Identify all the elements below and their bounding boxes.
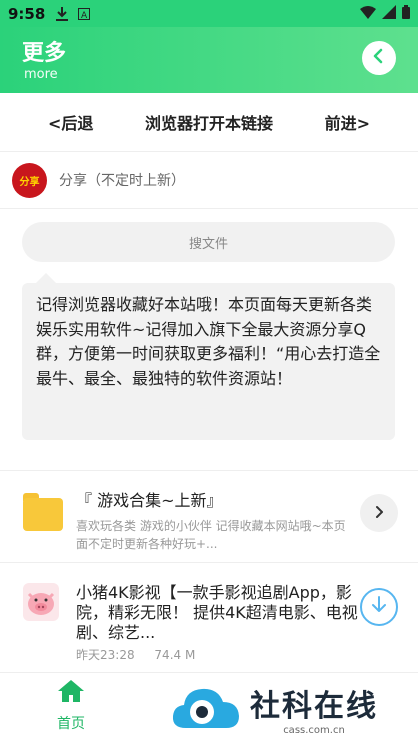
browser-nav-bar: <后退 浏览器打开本链接 前进>: [0, 93, 418, 151]
share-label: 分享（不定时上新）: [59, 173, 185, 189]
tab-home[interactable]: 首页: [46, 679, 96, 733]
share-row[interactable]: 分享 分享（不定时上新）: [0, 151, 418, 209]
status-bar: 9:58 A: [0, 0, 418, 27]
wifi-icon: [360, 5, 376, 23]
item-meta: 昨天23:28 74.4 M: [76, 646, 211, 663]
list-item[interactable]: 『 游戏合集~上新』 喜欢玩各类 游戏的小伙伴 记得收藏本网站哦~本页面不定时更…: [0, 470, 418, 562]
item-description: 喜欢玩各类 游戏的小伙伴 记得收藏本网站哦~本页面不定时更新各种好玩+...: [76, 519, 346, 551]
search-input[interactable]: 搜文件: [22, 222, 395, 262]
list-item[interactable]: 小猪4K影视【一款手影视追剧App，影院，精彩无限！ 提供4K超清电影、电视剧、…: [0, 562, 418, 672]
item-title: 小猪4K影视【一款手影视追剧App，影院，精彩无限！ 提供4K超清电影、电视剧、…: [76, 583, 358, 642]
pig-app-icon: [23, 583, 59, 621]
item-date: 昨天23:28: [76, 648, 135, 662]
cloud-logo-icon: [172, 688, 239, 728]
open-in-browser-link[interactable]: 浏览器打开本链接: [145, 110, 273, 134]
notice-bubble: 记得浏览器收藏好本站哦！本页面每天更新各类娱乐实用软件~记得加入旗下全最大资源分…: [22, 273, 395, 440]
download-status-icon: [55, 6, 69, 21]
page-header: 更多 more: [0, 27, 418, 93]
battery-icon: [402, 4, 410, 23]
open-folder-button[interactable]: [360, 494, 398, 532]
back-button[interactable]: [362, 41, 396, 75]
search-placeholder: 搜文件: [188, 236, 228, 252]
watermark-name: 社科在线: [250, 688, 378, 724]
folder-icon: [23, 493, 63, 531]
signal-icon: [382, 4, 396, 23]
tab-home-label: 首页: [57, 716, 85, 732]
status-time: 9:58: [8, 4, 46, 23]
page-subtitle: more: [24, 67, 58, 82]
nav-forward-link[interactable]: 前进>: [325, 110, 370, 134]
font-status-icon: A: [77, 7, 91, 21]
watermark: 社科在线 cass.com.cn: [170, 672, 418, 744]
nav-back-link[interactable]: <后退: [48, 110, 93, 134]
svg-text:A: A: [81, 11, 88, 20]
home-icon: [57, 679, 85, 707]
item-title: 『 游戏合集~上新』: [76, 491, 223, 510]
page-title: 更多: [22, 41, 67, 66]
chevron-left-icon: [371, 48, 387, 68]
chevron-right-icon: [372, 504, 386, 523]
notice-text: 记得浏览器收藏好本站哦！本页面每天更新各类娱乐实用软件~记得加入旗下全最大资源分…: [36, 295, 381, 388]
download-arrow-icon: [371, 596, 387, 618]
download-button[interactable]: [360, 588, 398, 626]
watermark-site: cass.com.cn: [283, 724, 345, 736]
share-logo: 分享: [12, 162, 47, 198]
item-size: 74.4 M: [154, 648, 196, 662]
